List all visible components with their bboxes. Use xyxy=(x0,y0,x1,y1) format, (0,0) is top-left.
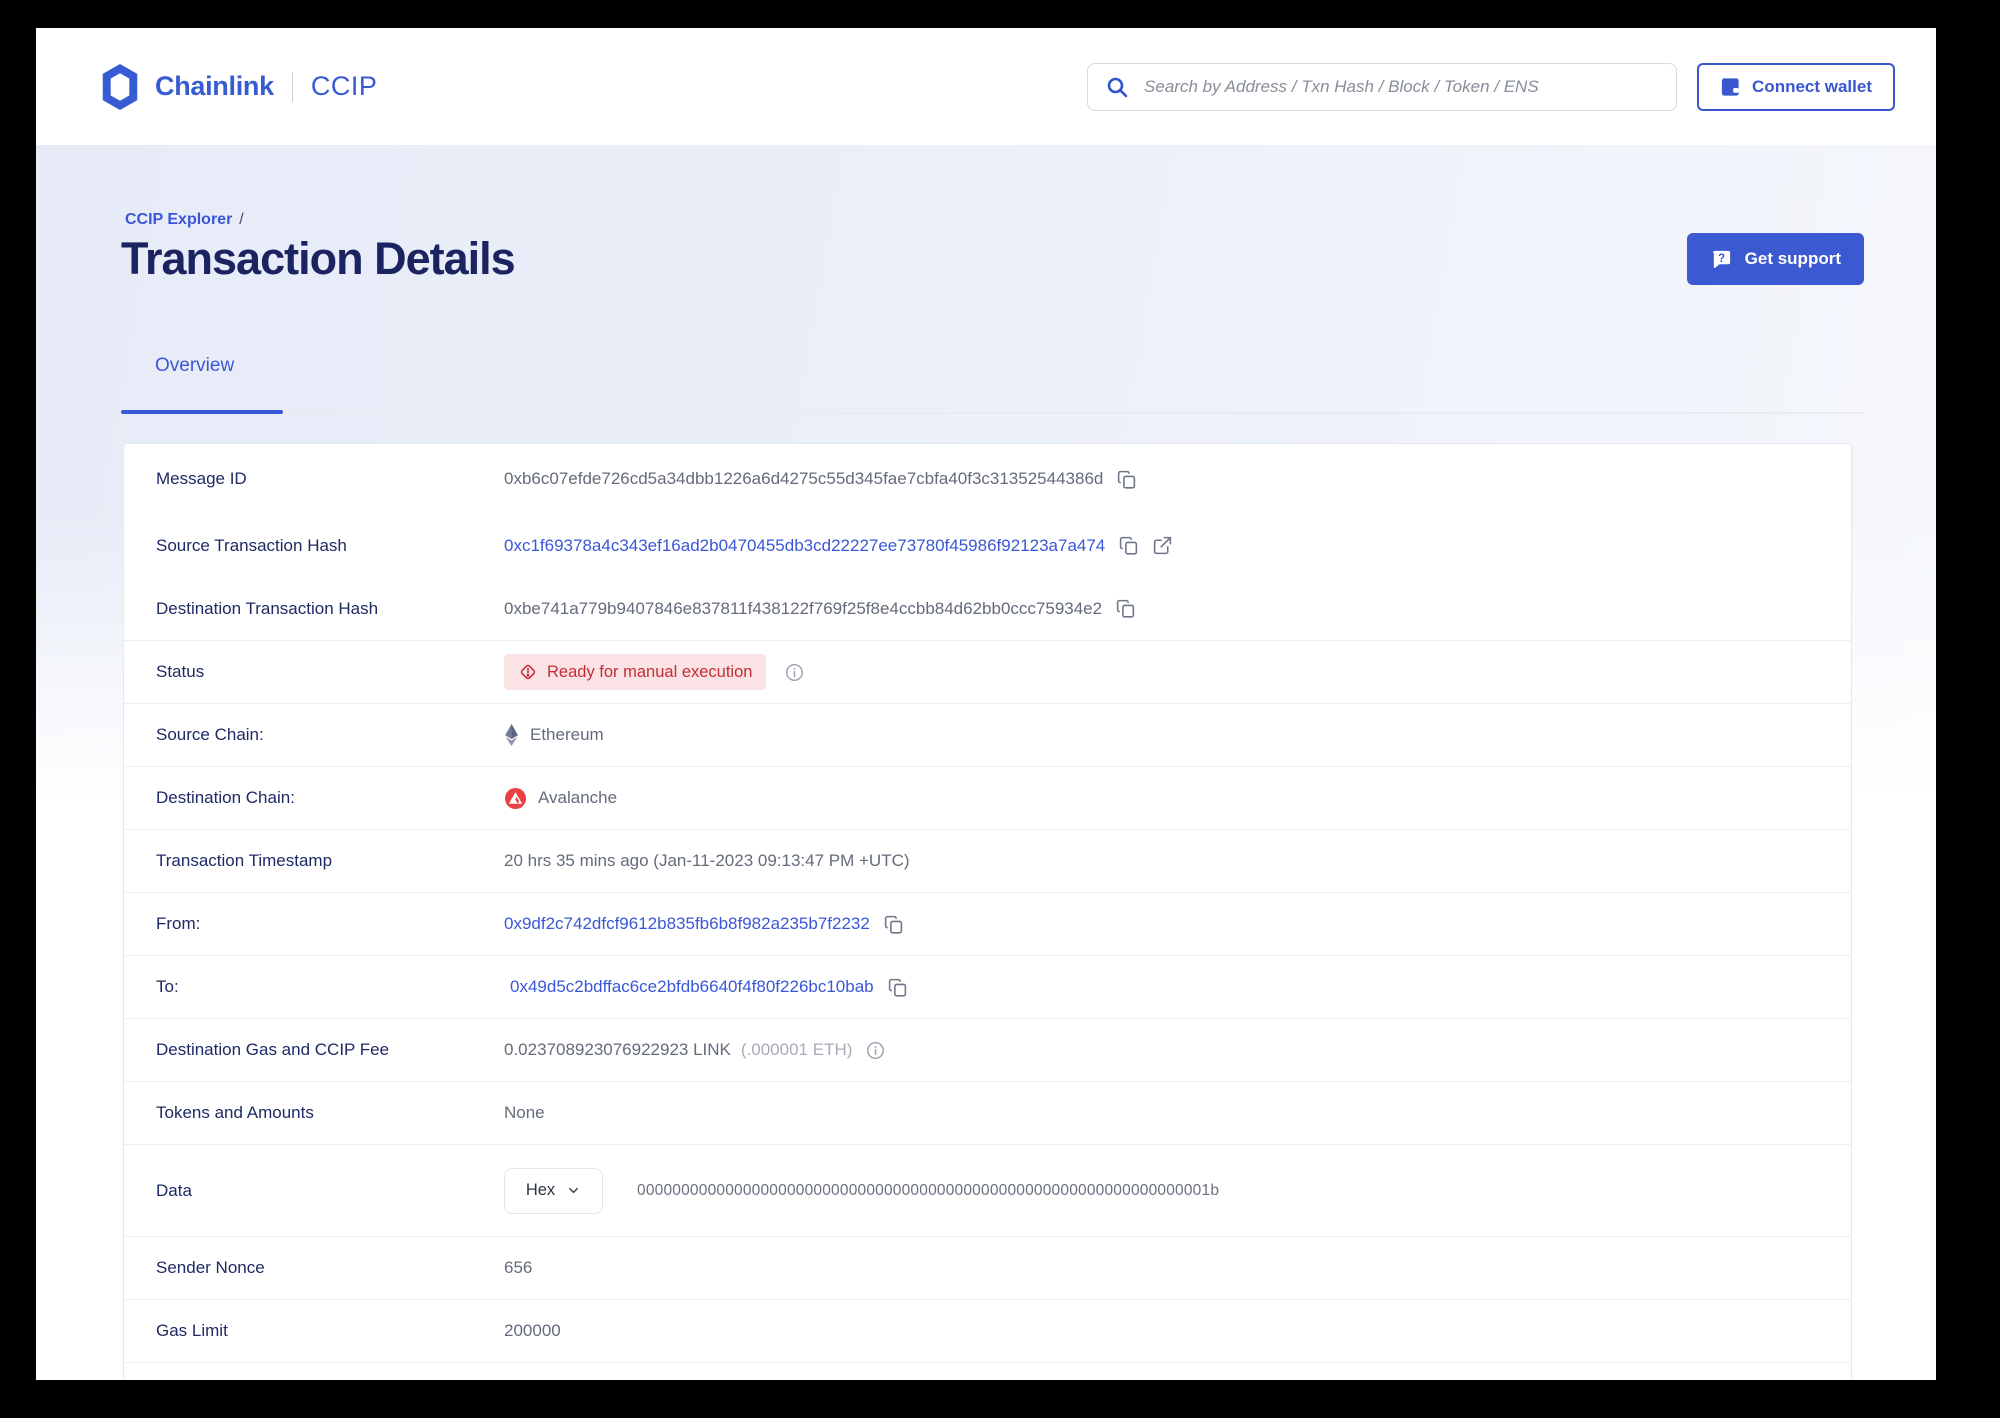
row-label: Data xyxy=(156,1180,192,1200)
copy-icon[interactable] xyxy=(883,914,904,935)
search-icon xyxy=(1105,75,1129,99)
row-label: Tokens and Amounts xyxy=(156,1103,314,1122)
copy-icon[interactable] xyxy=(887,977,908,998)
data-format-dropdown[interactable]: Hex xyxy=(504,1167,603,1214)
data-format-selected: Hex xyxy=(525,1181,556,1199)
data-hex-value: 0000000000000000000000000000000000000000… xyxy=(637,1181,1220,1199)
table-row-from: From: 0x9df2c742dfcf9612b835fb6b8f982a23… xyxy=(124,892,1851,955)
search-input[interactable] xyxy=(1142,75,1660,98)
ethereum-icon xyxy=(504,723,519,747)
breadcrumb: CCIP Explorer / xyxy=(125,211,244,229)
table-row-source-tx-hash: Source Transaction Hash 0xc1f69378a4c343… xyxy=(124,514,1851,577)
source-chain: Ethereum xyxy=(504,723,604,747)
info-icon[interactable] xyxy=(785,663,804,682)
table-row-timestamp: Transaction Timestamp 20 hrs 35 mins ago… xyxy=(124,829,1851,892)
search-bar[interactable] xyxy=(1087,62,1678,111)
row-label: Sender Nonce xyxy=(156,1258,265,1277)
tab-overview[interactable]: Overview xyxy=(155,355,234,377)
app-window: Chainlink CCIP Connect wallet xyxy=(36,28,1936,1380)
question-bubble-icon: ? xyxy=(1710,248,1733,271)
connect-wallet-label: Connect wallet xyxy=(1752,76,1872,96)
external-link-icon[interactable] xyxy=(1152,535,1173,556)
connect-wallet-button[interactable]: Connect wallet xyxy=(1697,62,1895,111)
row-label: To: xyxy=(156,977,179,996)
sender-nonce-value: 656 xyxy=(504,1258,533,1277)
screenshot-canvas: Chainlink CCIP Connect wallet xyxy=(0,0,2000,1418)
table-row-tokens: Tokens and Amounts None xyxy=(124,1081,1851,1144)
table-row-data: Data Hex 0000000000000000000000000000000… xyxy=(124,1144,1851,1236)
to-address-link[interactable]: 0x49d5c2bdffac6ce2bfdb6640f4f80f226bc10b… xyxy=(510,977,874,997)
table-row-gas-limit: Gas Limit 200000 xyxy=(124,1299,1851,1362)
get-support-button[interactable]: ? Get support xyxy=(1686,233,1864,285)
source-tx-hash-link[interactable]: 0xc1f69378a4c343ef16ad2b0470455db3cd2222… xyxy=(504,536,1105,556)
brand-product: CCIP xyxy=(310,71,378,101)
table-row-sender-nonce: Sender Nonce 656 xyxy=(124,1236,1851,1299)
row-label: Source Transaction Hash xyxy=(156,535,347,555)
dest-tx-hash-value: 0xbe741a779b9407846e837811f438122f769f25… xyxy=(504,598,1103,618)
table-row-to: To: 0x49d5c2bdffac6ce2bfdb6640f4f80f226b… xyxy=(124,955,1851,1018)
fee-value: 0.023708923076922923 LINK xyxy=(504,1040,731,1059)
row-label: Source Chain: xyxy=(156,725,264,744)
info-icon[interactable] xyxy=(866,1041,885,1060)
brand-name: Chainlink xyxy=(155,71,274,101)
gas-limit-value: 200000 xyxy=(504,1321,561,1340)
row-label: Destination Transaction Hash xyxy=(156,598,379,618)
status-badge-label: Ready for manual execution xyxy=(547,662,753,681)
header-right: Connect wallet xyxy=(1087,62,1895,111)
destination-chain: Avalanche xyxy=(504,787,617,810)
fee-eth-equivalent: (.000001 ETH) xyxy=(740,1040,853,1059)
alert-diamond-icon xyxy=(518,662,538,682)
copy-icon[interactable] xyxy=(1115,598,1136,619)
row-label: Message ID xyxy=(156,469,247,488)
table-row-fee: Destination Gas and CCIP Fee 0.023708923… xyxy=(124,1018,1851,1081)
chainlink-logo-icon xyxy=(100,63,140,110)
from-address-link[interactable]: 0x9df2c742dfcf9612b835fb6b8f982a235b7f22… xyxy=(504,914,870,934)
table-row-dest-tx-hash: Destination Transaction Hash 0xbe741a779… xyxy=(124,577,1851,640)
status-badge: Ready for manual execution xyxy=(504,654,767,690)
app-header: Chainlink CCIP Connect wallet xyxy=(36,28,1936,145)
row-label: Destination Gas and CCIP Fee xyxy=(156,1040,390,1059)
table-row-partial xyxy=(124,1362,1851,1380)
copy-icon[interactable] xyxy=(1118,535,1139,556)
row-label: Destination Chain: xyxy=(156,788,295,807)
source-chain-name: Ethereum xyxy=(530,725,604,744)
get-support-label: Get support xyxy=(1744,249,1841,268)
transaction-details-card: Message ID 0xb6c07efde726cd5a34dbb1226a6… xyxy=(123,443,1852,1380)
row-label: Gas Limit xyxy=(156,1321,228,1340)
row-label: Status xyxy=(156,662,205,681)
svg-text:?: ? xyxy=(1718,252,1725,264)
avalanche-icon xyxy=(504,787,527,810)
tab-active-indicator xyxy=(121,410,283,414)
wallet-icon xyxy=(1720,77,1741,97)
brand[interactable]: Chainlink CCIP xyxy=(100,63,378,110)
breadcrumb-link-ccip-explorer[interactable]: CCIP Explorer xyxy=(125,211,232,228)
main-content: CCIP Explorer / Transaction Details ? Get… xyxy=(36,145,1936,1380)
tab-rule xyxy=(121,412,1864,414)
row-label: From: xyxy=(156,914,201,933)
table-row-dest-chain: Destination Chain: Avalanche xyxy=(124,766,1851,829)
copy-icon[interactable] xyxy=(1116,469,1137,490)
breadcrumb-separator: / xyxy=(239,211,244,228)
tokens-value: None xyxy=(504,1103,545,1122)
table-row-message-id: Message ID 0xb6c07efde726cd5a34dbb1226a6… xyxy=(124,444,1851,514)
row-label: Transaction Timestamp xyxy=(156,851,333,870)
table-row-status: Status Ready for manual execution xyxy=(124,640,1851,703)
chevron-down-icon xyxy=(566,1183,581,1198)
table-row-source-chain: Source Chain: Ethereum xyxy=(124,703,1851,766)
page-title: Transaction Details xyxy=(121,233,516,284)
timestamp-value: 20 hrs 35 mins ago (Jan-11-2023 09:13:47… xyxy=(504,851,910,870)
destination-chain-name: Avalanche xyxy=(538,788,618,807)
message-id-value: 0xb6c07efde726cd5a34dbb1226a6d4275c55d34… xyxy=(504,469,1104,488)
brand-divider xyxy=(291,71,293,102)
